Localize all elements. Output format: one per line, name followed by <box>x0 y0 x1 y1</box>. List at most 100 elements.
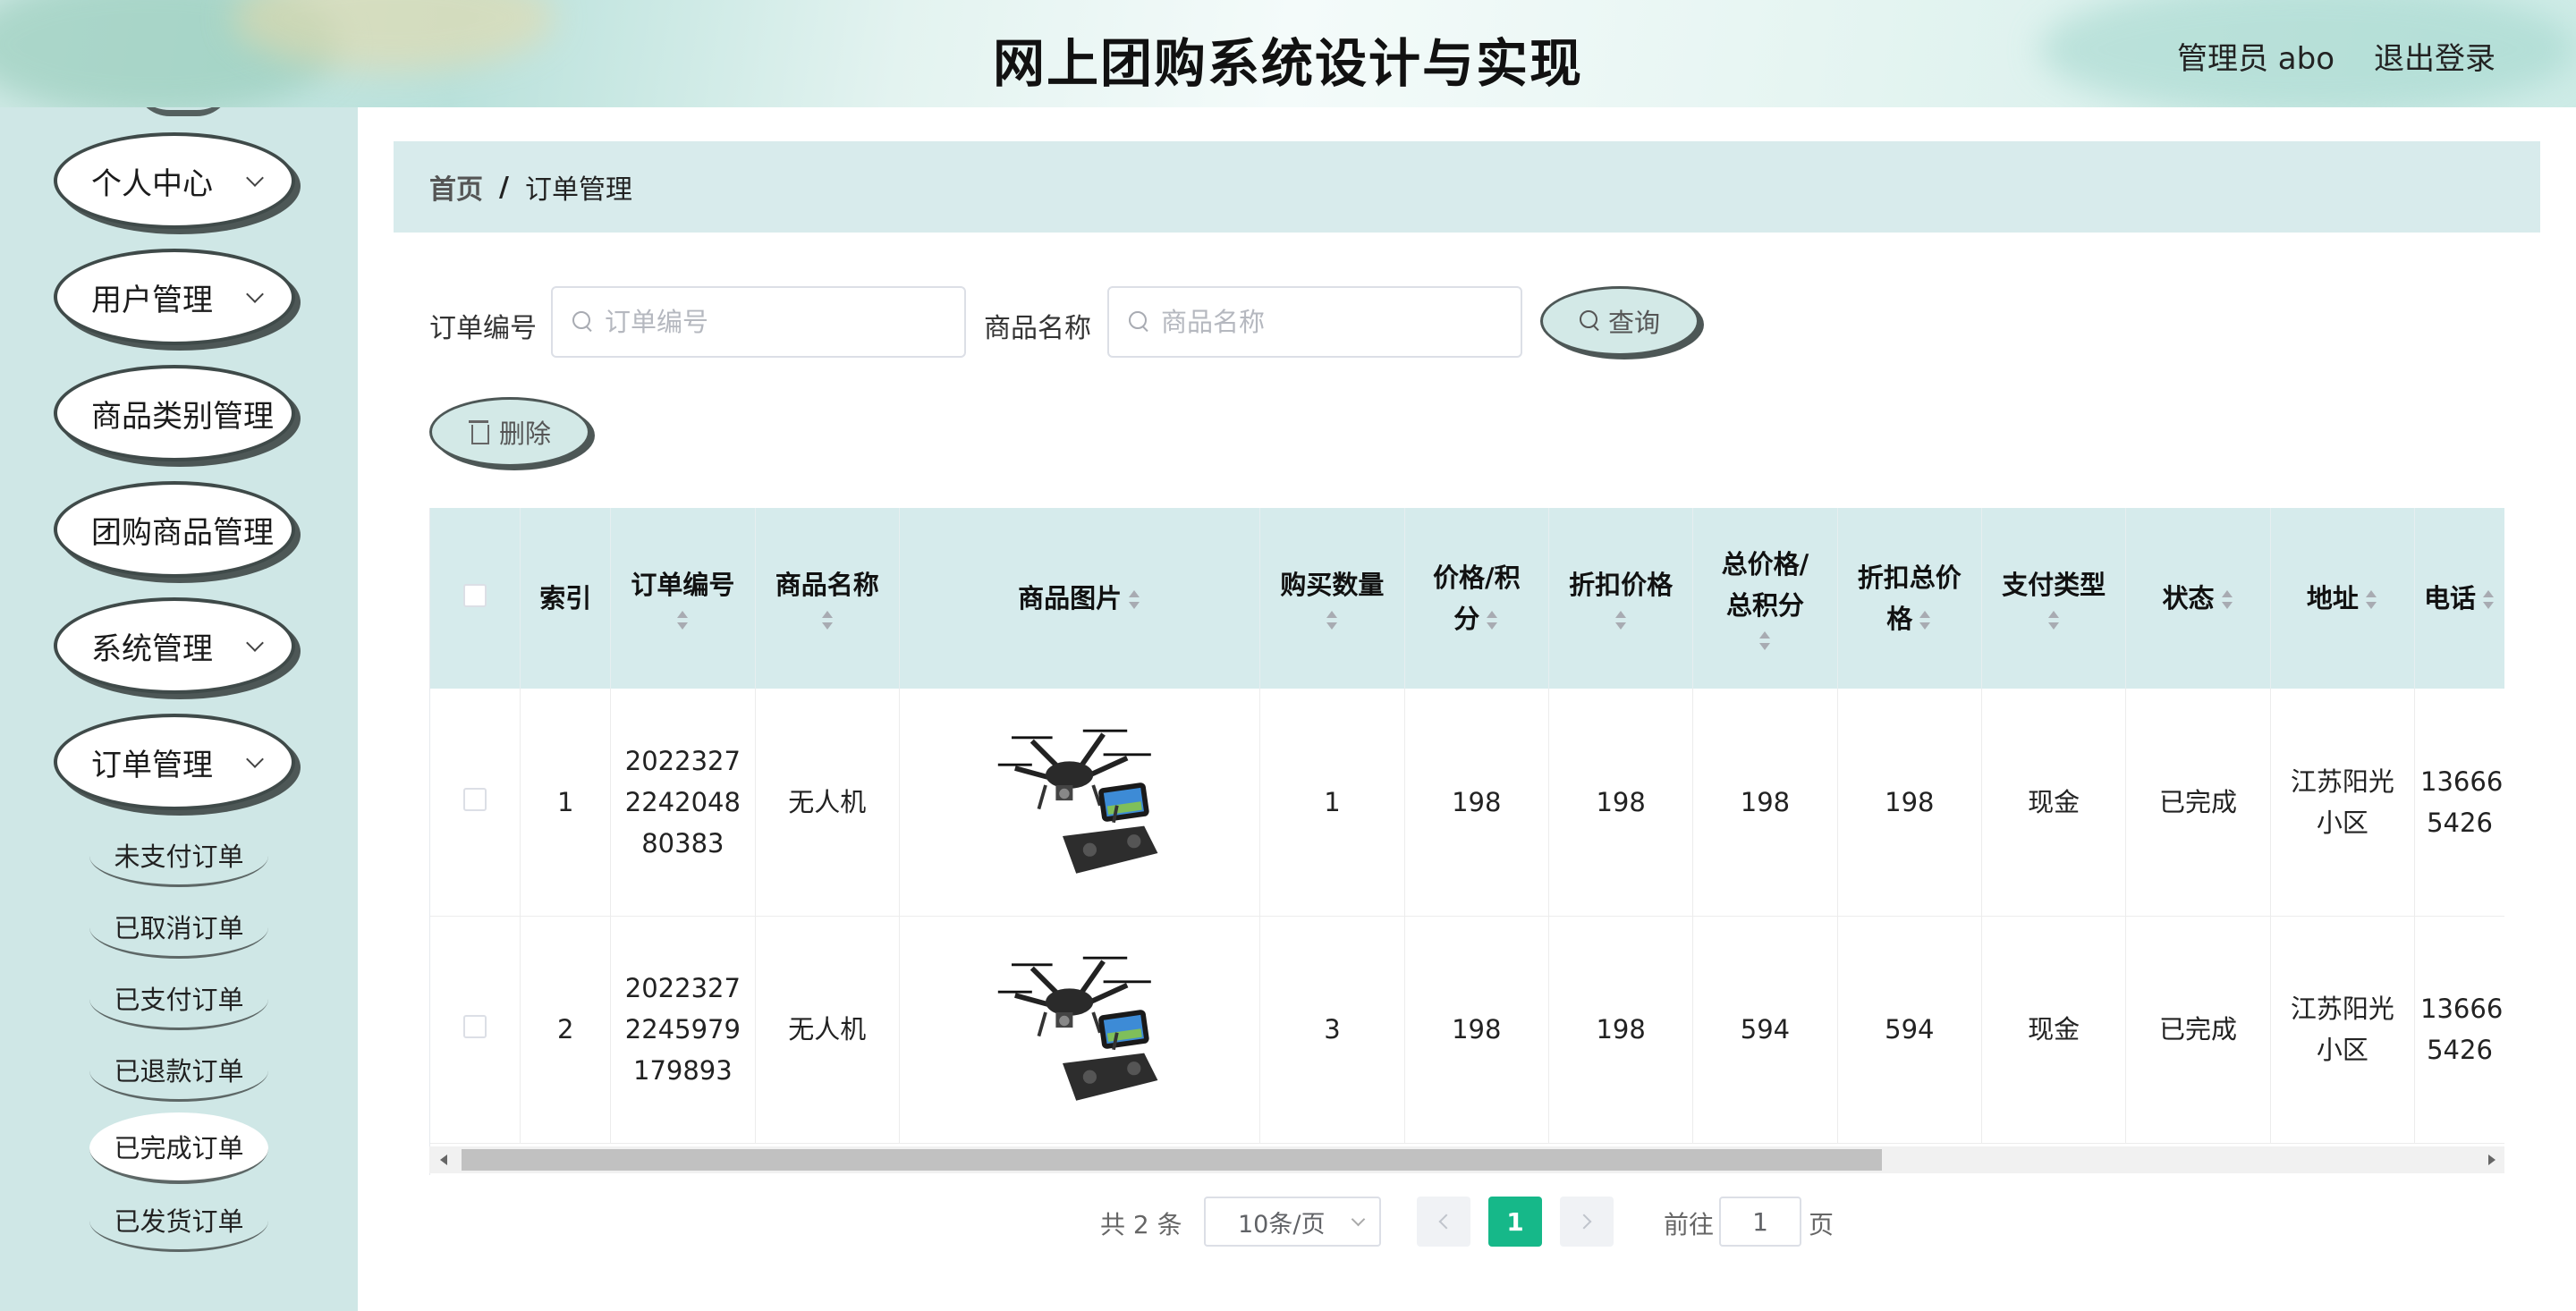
sidebar-item-personal-center[interactable]: 个人中心 <box>54 132 295 229</box>
order-no-label: 订单编号 <box>429 313 537 344</box>
sidebar-menu-partial <box>134 107 233 116</box>
sort-icon[interactable] <box>1325 609 1339 632</box>
sort-icon[interactable] <box>820 609 835 632</box>
scroll-right-icon[interactable] <box>2488 1155 2496 1165</box>
header-address[interactable]: 地址 <box>2270 508 2416 689</box>
header-price[interactable]: 价格/积分 <box>1404 508 1549 689</box>
header-label: 折扣价格 <box>1569 570 1674 600</box>
sidebar-item-user-management[interactable]: 用户管理 <box>54 249 295 345</box>
header-label: 商品图片 <box>1018 583 1123 613</box>
product-name-field <box>1107 286 1522 358</box>
scroll-left-icon[interactable] <box>440 1155 447 1165</box>
order-no-input[interactable] <box>603 306 943 338</box>
query-button[interactable]: 查询 <box>1540 286 1699 356</box>
submenu-paid-orders[interactable]: 已支付订单 <box>89 968 268 1030</box>
trash-icon <box>468 420 489 444</box>
cell-text: 江苏阳光 <box>2290 765 2394 797</box>
header-label: 分 <box>1453 604 1480 634</box>
sort-icon[interactable] <box>1485 609 1499 632</box>
cell-index: 2 <box>520 916 612 1144</box>
header-index: 索引 <box>520 508 612 689</box>
header-label: 购买数量 <box>1280 570 1385 600</box>
cell-discount-price: 198 <box>1548 689 1694 917</box>
cell-price: 198 <box>1404 689 1549 917</box>
row-select-cell <box>430 689 521 917</box>
sort-icon[interactable] <box>1758 630 1772 653</box>
sort-icon[interactable] <box>2364 588 2378 612</box>
header-label: 电话 <box>2424 583 2477 613</box>
row-checkbox[interactable] <box>463 787 487 811</box>
header-payment-type[interactable]: 支付类型 <box>1981 508 2127 689</box>
prev-page-button[interactable] <box>1417 1197 1470 1247</box>
cell-order-no: 2022327 2245979 179893 <box>610 916 756 1144</box>
cell-text: 179893 <box>633 1055 733 1086</box>
header-discount-total[interactable]: 折扣总价格 <box>1837 508 1982 689</box>
page-size-value: 10条/页 <box>1238 1210 1326 1239</box>
cell-address: 江苏阳光 小区 <box>2270 689 2416 917</box>
horizontal-scrollbar[interactable] <box>429 1146 2504 1173</box>
sort-icon[interactable] <box>675 609 690 632</box>
table-header-row: 索引 订单编号 商品名称 商品图片 购买数量 价格/积分 折扣价格 总价格/总积… <box>430 508 2504 689</box>
cell-product-image <box>899 689 1261 917</box>
cell-quantity: 1 <box>1259 689 1405 917</box>
page-number-current[interactable]: 1 <box>1488 1197 1542 1247</box>
header-product-image[interactable]: 商品图片 <box>899 508 1261 689</box>
cell-index: 1 <box>520 689 612 917</box>
sort-icon[interactable] <box>1614 609 1628 632</box>
header-discount-price[interactable]: 折扣价格 <box>1548 508 1694 689</box>
header-product-name[interactable]: 商品名称 <box>755 508 900 689</box>
search-icon <box>1579 310 1601 332</box>
sidebar-item-groupbuy-product-management[interactable]: 团购商品管理 <box>54 481 295 578</box>
search-icon <box>1129 311 1150 333</box>
cell-total: 198 <box>1692 689 1838 917</box>
header-status[interactable]: 状态 <box>2125 508 2271 689</box>
header-label: 索引 <box>539 583 592 613</box>
sort-icon[interactable] <box>1918 609 1932 632</box>
header-label: 总价格/ <box>1721 549 1809 579</box>
cell-text: 136666 <box>2420 994 2504 1024</box>
product-name-input[interactable] <box>1159 306 1499 338</box>
sidebar-item-category-management[interactable]: 商品类别管理 <box>54 365 295 461</box>
header-label: 格 <box>1886 604 1913 634</box>
header-phone[interactable]: 电话 <box>2414 508 2504 689</box>
select-all-checkbox[interactable] <box>463 584 487 607</box>
sidebar-item-system-management[interactable]: 系统管理 <box>54 597 295 694</box>
cell-text: 2022327 <box>624 745 741 776</box>
header-order-no[interactable]: 订单编号 <box>610 508 756 689</box>
goto-page-input[interactable] <box>1719 1197 1801 1247</box>
chevron-right-icon <box>1576 1214 1592 1230</box>
logout-link[interactable]: 退出登录 <box>2374 34 2496 78</box>
delete-button[interactable]: 删除 <box>429 397 590 467</box>
sidebar-item-order-management[interactable]: 订单管理 <box>54 714 295 810</box>
breadcrumb-home[interactable]: 首页 <box>429 167 483 207</box>
sidebar-item-label: 系统管理 <box>91 630 213 667</box>
cell-text: 2245979 <box>624 1014 741 1045</box>
submenu-shipped-orders[interactable]: 已发货订单 <box>89 1189 268 1252</box>
header-quantity[interactable]: 购买数量 <box>1259 508 1405 689</box>
chevron-down-icon <box>246 634 264 652</box>
page-size-select[interactable]: 10条/页 <box>1204 1197 1381 1247</box>
sort-icon[interactable] <box>1127 588 1141 612</box>
submenu-cancelled-orders[interactable]: 已取消订单 <box>89 896 268 959</box>
sort-icon[interactable] <box>2481 588 2496 612</box>
sort-icon[interactable] <box>2220 588 2234 612</box>
pagination-total: 共 2 条 <box>1100 1210 1182 1239</box>
header-total[interactable]: 总价格/总积分 <box>1692 508 1838 689</box>
row-checkbox[interactable] <box>463 1015 487 1038</box>
cell-text: 2242048 <box>624 786 741 817</box>
drone-image[interactable] <box>995 944 1165 1114</box>
header-label: 折扣总价 <box>1857 562 1962 593</box>
drone-image[interactable] <box>995 717 1165 887</box>
breadcrumb-current: 订单管理 <box>524 174 632 206</box>
sidebar-item-label: 团购商品管理 <box>91 514 274 551</box>
scrollbar-thumb[interactable] <box>462 1149 1882 1171</box>
cell-text: 5426 <box>2427 807 2493 838</box>
cell-payment-type: 现金 <box>1981 916 2127 1144</box>
sort-icon[interactable] <box>2046 609 2061 632</box>
product-name-label: 商品名称 <box>984 313 1091 344</box>
next-page-button[interactable] <box>1560 1197 1614 1247</box>
submenu-refunded-orders[interactable]: 已退款订单 <box>89 1039 268 1102</box>
goto-label: 前往 <box>1664 1210 1715 1239</box>
submenu-completed-orders[interactable]: 已完成订单 <box>89 1112 268 1184</box>
submenu-unpaid-orders[interactable]: 未支付订单 <box>89 825 268 887</box>
